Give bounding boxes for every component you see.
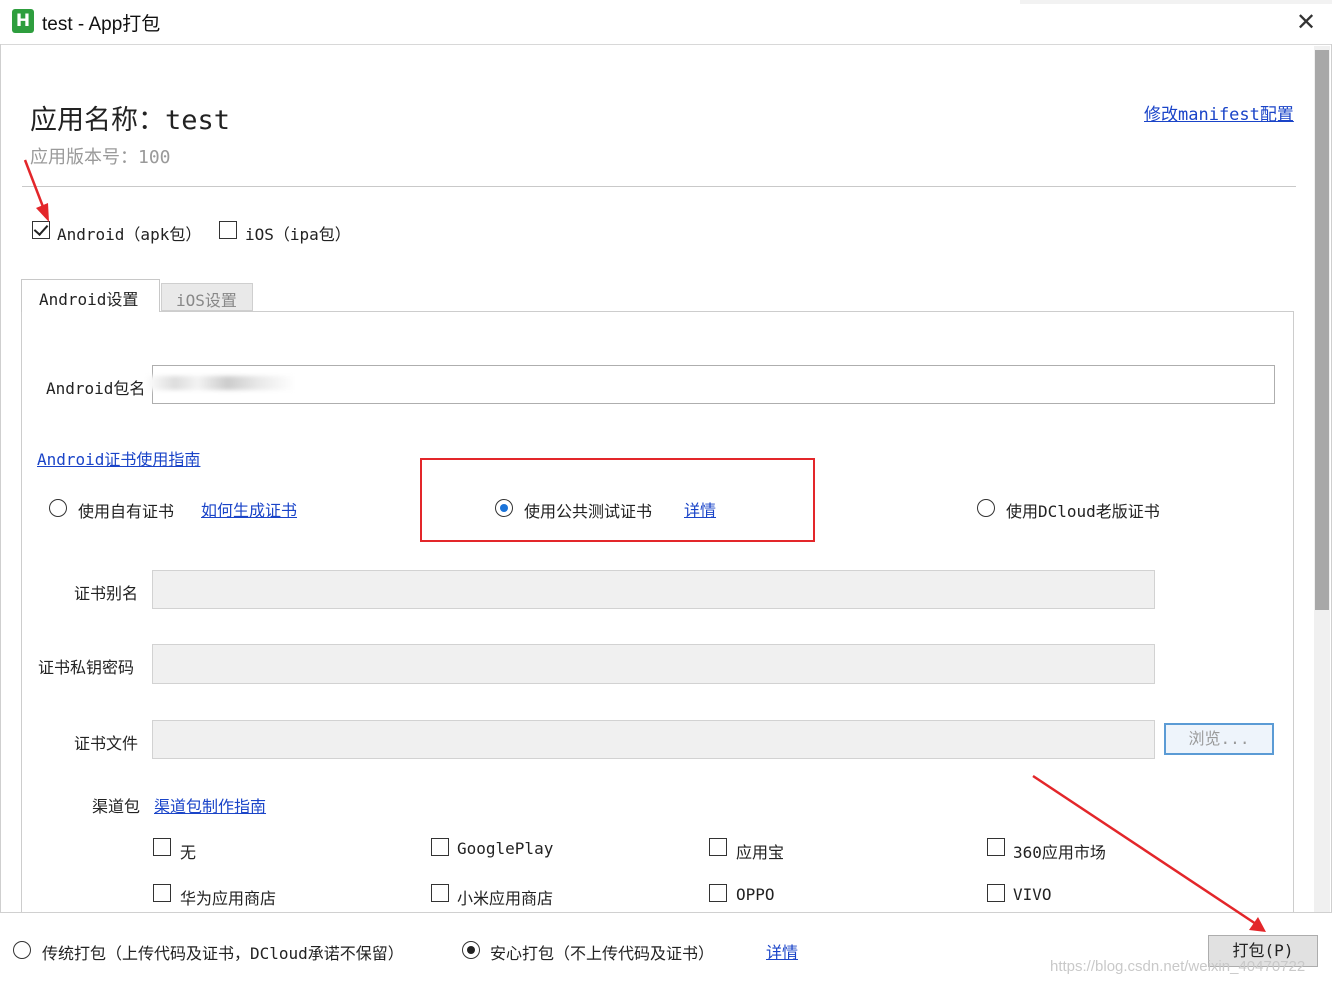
dcloud-old-cert-radio[interactable] (977, 499, 995, 517)
cert-password-input[interactable] (152, 644, 1155, 684)
window-title: test - App打包 (42, 14, 161, 35)
channel-oppo-label: OPPO (736, 885, 775, 904)
window-border-left (0, 44, 1, 985)
app-name: 应用名称：test (30, 105, 231, 136)
hbuilder-app-icon: H (12, 9, 34, 33)
dcloud-old-cert-label: 使用DCloud老版证书 (1006, 502, 1160, 521)
channel-huawei-checkbox[interactable] (153, 884, 171, 902)
watermark: https://blog.csdn.net/weixin_40470722 (1050, 958, 1306, 975)
cert-alias-input[interactable] (152, 570, 1155, 609)
package-name-input[interactable] (152, 365, 1275, 404)
cert-file-label: 证书文件 (74, 734, 139, 753)
android-checkbox[interactable] (32, 221, 50, 239)
channel-vivo-label: VIVO (1013, 885, 1052, 904)
title-bar-strip (1020, 0, 1332, 4)
arrow-to-android-checkbox (23, 159, 49, 222)
active-tab-joiner (22, 311, 159, 313)
channel-huawei-label: 华为应用商店 (180, 889, 277, 908)
traditional-pack-label: 传统打包（上传代码及证书，DCloud承诺不保留） (42, 944, 404, 963)
safe-pack-label: 安心打包（不上传代码及证书） (490, 944, 715, 963)
android-cert-guide-link[interactable]: Android证书使用指南 (37, 446, 200, 470)
channel-oppo-checkbox[interactable] (709, 884, 727, 902)
cert-file-input[interactable] (152, 720, 1155, 759)
channel-none-label: 无 (180, 843, 197, 862)
channel-guide-link[interactable]: 渠道包制作指南 (154, 793, 266, 817)
close-icon[interactable]: ✕ (1290, 6, 1322, 38)
channel-googleplay-checkbox[interactable] (431, 838, 449, 856)
traditional-pack-radio[interactable] (13, 941, 31, 959)
tab-ios-label: iOS设置 (176, 291, 237, 310)
public-test-cert-label: 使用公共测试证书 (524, 502, 653, 521)
edit-manifest-link[interactable]: 修改manifest配置 (1144, 100, 1294, 125)
header-divider (22, 186, 1296, 187)
tab-android-settings[interactable]: Android设置 (21, 279, 160, 312)
how-to-generate-cert-link[interactable]: 如何生成证书 (201, 497, 297, 521)
channel-none-checkbox[interactable] (153, 838, 171, 856)
channel-xiaomi-label: 小米应用商店 (457, 889, 554, 908)
channel-vivo-checkbox[interactable] (987, 884, 1005, 902)
app-version: 应用版本号：100 (30, 147, 171, 168)
tab-android-label: Android设置 (39, 290, 139, 309)
channel-xiaomi-checkbox[interactable] (431, 884, 449, 902)
browse-button[interactable]: 浏览... (1164, 723, 1274, 755)
package-name-redacted (145, 376, 295, 390)
package-name-label: Android包名 (46, 379, 146, 398)
ios-checkbox-label: iOS（ipa包） (245, 225, 351, 244)
cert-password-label: 证书私钥密码 (38, 658, 135, 677)
channel-360-checkbox[interactable] (987, 838, 1005, 856)
safe-pack-details-link[interactable]: 详情 (766, 939, 798, 963)
safe-pack-radio[interactable] (462, 941, 480, 959)
own-cert-label: 使用自有证书 (78, 502, 175, 521)
title-bar (0, 0, 1332, 45)
public-cert-details-link[interactable]: 详情 (684, 497, 716, 521)
channel-yingyongbao-label: 应用宝 (736, 843, 785, 862)
tab-ios-settings[interactable]: iOS设置 (161, 283, 253, 311)
scrollbar-thumb[interactable] (1315, 50, 1329, 610)
channel-label: 渠道包 (92, 797, 141, 816)
channel-yingyongbao-checkbox[interactable] (709, 838, 727, 856)
own-cert-radio[interactable] (49, 499, 67, 517)
cert-alias-label: 证书别名 (74, 584, 139, 603)
ios-checkbox[interactable] (219, 221, 237, 239)
channel-360-label: 360应用市场 (1013, 843, 1106, 862)
channel-googleplay-label: GooglePlay (457, 839, 554, 858)
android-checkbox-label: Android（apk包） (57, 225, 202, 244)
public-test-cert-radio[interactable] (495, 499, 513, 517)
